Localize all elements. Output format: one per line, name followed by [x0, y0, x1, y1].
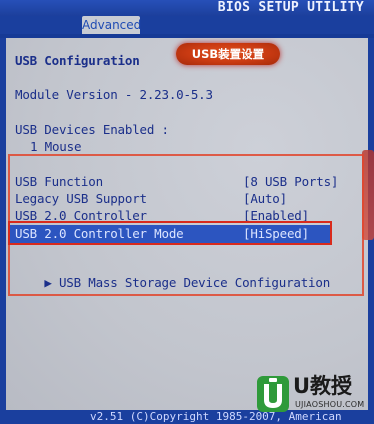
- setting-label-usb-function[interactable]: USB Function: [15, 175, 103, 189]
- annotation-badge: USB装置设置: [176, 43, 280, 65]
- module-version: Module Version - 2.23.0-5.3: [15, 87, 213, 102]
- selection-annotation-box: [8, 221, 332, 245]
- watermark-logo: U教授 UJIAOSHOU.COM: [255, 372, 372, 418]
- watermark-brand: U教授: [293, 374, 353, 398]
- watermark-site: UJIAOSHOU.COM: [295, 400, 365, 409]
- submenu-arrow-icon: ▶: [44, 275, 52, 290]
- section-heading: USB Configuration: [15, 53, 140, 68]
- devices-label: USB Devices Enabled :: [15, 122, 169, 137]
- devices-value: 1 Mouse: [30, 139, 82, 154]
- title-bar: BIOS SETUP UTILITY: [0, 0, 374, 16]
- submenu-mass-storage[interactable]: ▶ USB Mass Storage Device Configuration: [15, 262, 330, 304]
- setting-value-legacy-usb[interactable]: [Auto]: [243, 192, 287, 206]
- tab-advanced[interactable]: Advanced: [82, 16, 141, 34]
- setting-value-usb-function[interactable]: [8 USB Ports]: [243, 175, 338, 189]
- submenu-label: USB Mass Storage Device Configuration: [58, 275, 331, 290]
- app-title: BIOS SETUP UTILITY: [217, 0, 364, 15]
- setting-label-legacy-usb[interactable]: Legacy USB Support: [15, 192, 147, 206]
- uniform-logo-icon: [257, 376, 289, 412]
- bios-screen: BIOS SETUP UTILITY Advanced USB Configur…: [0, 0, 374, 424]
